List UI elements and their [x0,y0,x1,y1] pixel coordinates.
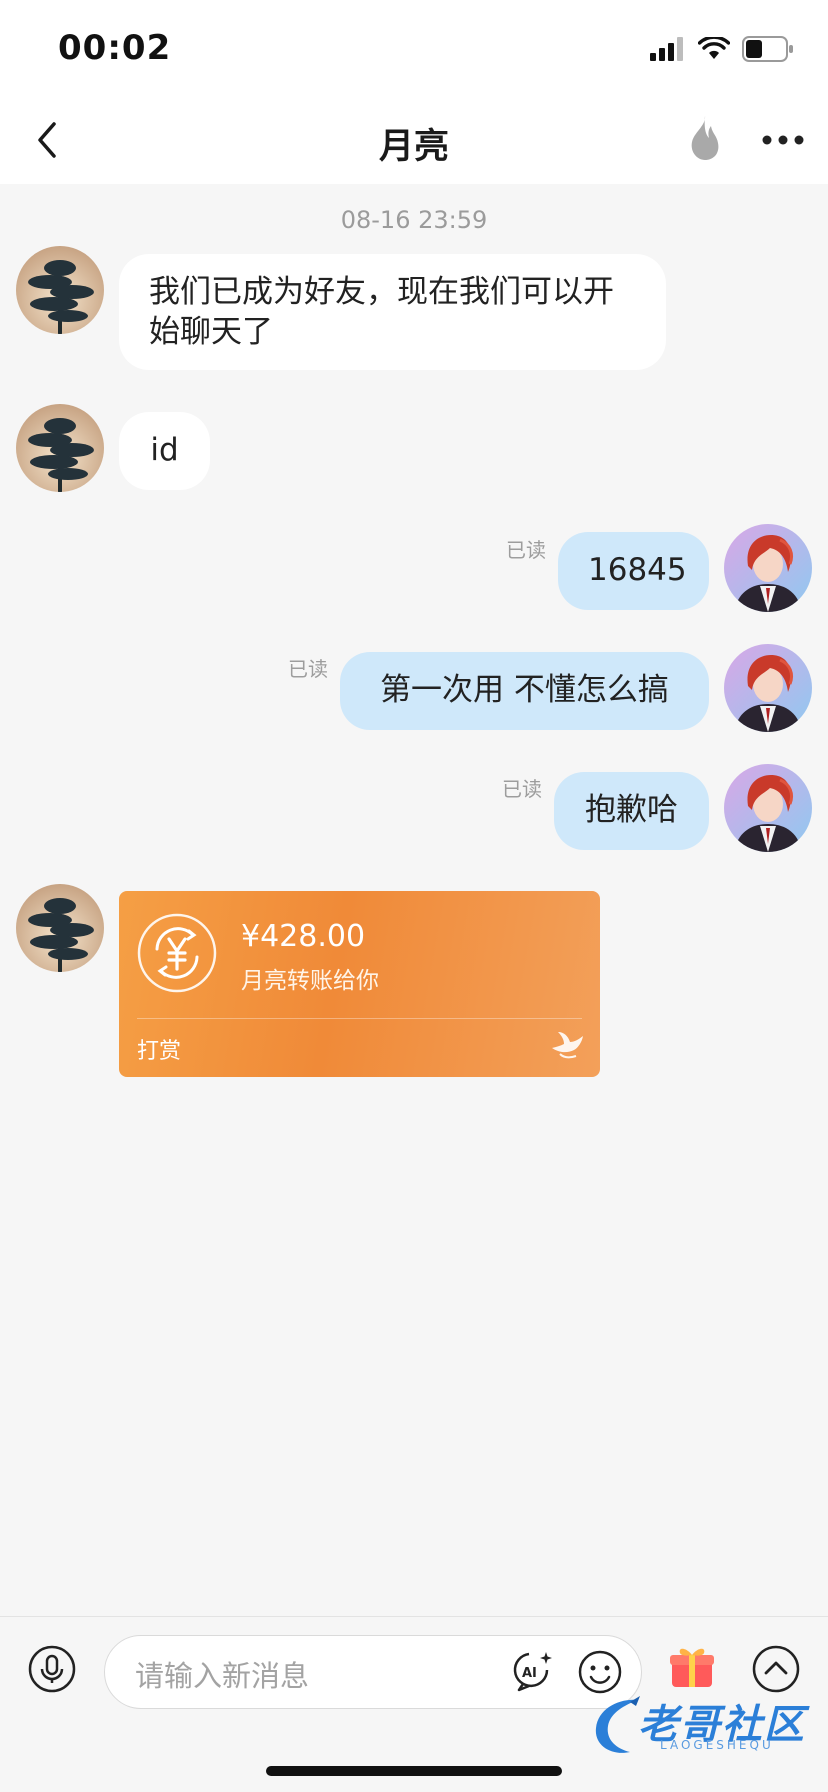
friend-avatar[interactable] [16,246,104,334]
read-status: 已读 [506,538,546,562]
bird-icon [552,1032,583,1059]
chat-area[interactable]: 08-16 23:59 我们已成为好友，现在我们可以开始聊天了 id 已读 16… [0,184,828,1616]
status-bar: 00:02 [0,0,828,96]
incoming-message-bubble[interactable]: 我们已成为好友，现在我们可以开始聊天了 [119,254,666,370]
transfer-card[interactable]: ¥428.00 月亮转账给你 打赏 [119,891,600,1077]
incoming-message-bubble[interactable]: id [119,412,210,490]
ai-icon[interactable]: AI [509,1648,555,1694]
watermark-logo: 老哥社区 LAOGESHEQU [590,1694,814,1760]
gift-icon[interactable] [668,1643,716,1691]
battery-icon [742,36,793,62]
friend-avatar[interactable] [16,404,104,492]
outgoing-message-bubble[interactable]: 抱歉哈 [554,772,709,850]
emoji-icon[interactable] [577,1649,623,1695]
mic-icon[interactable] [28,1645,76,1693]
status-icons [650,34,794,64]
outgoing-message-bubble[interactable]: 16845 [558,532,709,610]
home-indicator[interactable] [266,1766,562,1776]
nav-bar: 月亮 [0,96,828,184]
status-time: 00:02 [58,28,172,68]
transfer-amount: ¥428.00 [241,919,366,954]
watermark-subtext: LAOGESHEQU [660,1738,774,1752]
yuan-coin-icon [137,913,217,993]
message-input-placeholder: 请输入新消息 [135,1659,310,1693]
message-timestamp: 08-16 23:59 [340,206,488,234]
wifi-icon [698,37,730,59]
transfer-divider [137,1018,582,1019]
more-dots-icon[interactable] [760,122,806,158]
signal-icon [650,37,683,61]
read-status: 已读 [288,657,328,681]
my-avatar[interactable] [724,524,812,612]
outgoing-message-bubble[interactable]: 第一次用 不懂怎么搞 [340,652,709,730]
friend-avatar[interactable] [16,884,104,972]
transfer-footer-label: 打赏 [137,1039,182,1064]
my-avatar[interactable] [724,764,812,852]
transfer-description: 月亮转账给你 [241,968,379,994]
flame-icon[interactable] [684,114,726,162]
my-avatar[interactable] [724,644,812,732]
read-status: 已读 [502,777,542,801]
message-input[interactable]: 请输入新消息 AI [104,1635,642,1709]
svg-text:AI: AI [522,1666,537,1681]
chevron-up-icon[interactable] [752,1645,800,1693]
